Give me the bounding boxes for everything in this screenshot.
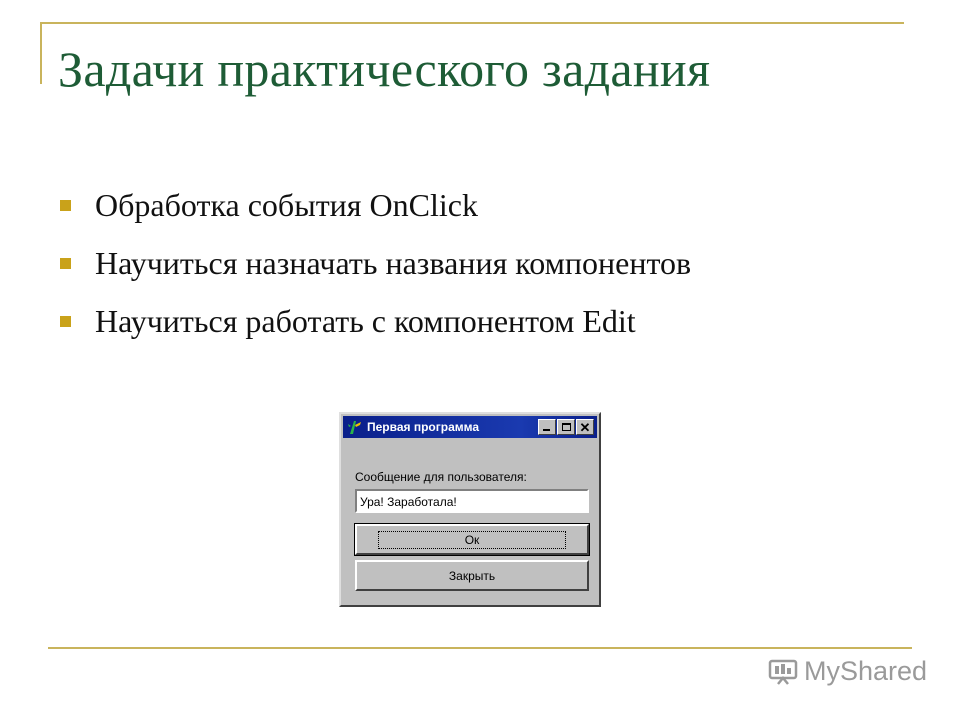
close-window-button[interactable]: ✕ xyxy=(576,419,594,435)
list-item: Научиться работать с компонентом Edit xyxy=(60,292,691,350)
myshared-logo-icon xyxy=(768,658,798,686)
top-divider xyxy=(40,22,904,24)
maximize-button[interactable] xyxy=(557,419,575,435)
minimize-button[interactable] xyxy=(538,419,556,435)
bullet-square-icon xyxy=(60,315,71,327)
close-button-label: Закрыть xyxy=(448,568,496,583)
watermark-text: MyShared xyxy=(804,656,928,686)
ok-button[interactable]: Ок xyxy=(354,523,590,556)
close-button[interactable]: Закрыть xyxy=(355,560,589,591)
list-item: Научиться назначать названия компонентов xyxy=(60,234,691,292)
bullet-list: Обработка события OnClick Научиться назн… xyxy=(60,176,691,350)
window-titlebar[interactable]: Первая программа ✕ xyxy=(343,416,597,438)
program-window: Первая программа ✕ Сообщение для пользов… xyxy=(339,412,601,607)
message-edit-field[interactable]: Ура! Заработала! xyxy=(355,489,589,513)
window-title: Первая программа xyxy=(367,420,480,434)
left-divider xyxy=(40,22,42,84)
bullet-text: Обработка события OnClick xyxy=(95,186,478,223)
message-label: Сообщение для пользователя: xyxy=(355,470,527,484)
close-icon: ✕ xyxy=(579,419,591,435)
app-icon xyxy=(347,419,363,435)
bullet-square-icon xyxy=(60,257,71,269)
bullet-text: Научиться назначать названия компонентов xyxy=(95,244,692,281)
myshared-watermark: MyShared xyxy=(768,656,927,687)
list-item: Обработка события OnClick xyxy=(60,176,691,234)
bottom-divider xyxy=(48,647,912,649)
maximize-icon xyxy=(561,423,571,431)
bullet-square-icon xyxy=(60,199,71,211)
ok-button-label: Ок xyxy=(377,530,567,549)
slide-title: Задачи практического задания xyxy=(58,41,711,97)
minimize-icon xyxy=(543,429,550,431)
bullet-text: Научиться работать с компонентом Edit xyxy=(95,302,636,339)
